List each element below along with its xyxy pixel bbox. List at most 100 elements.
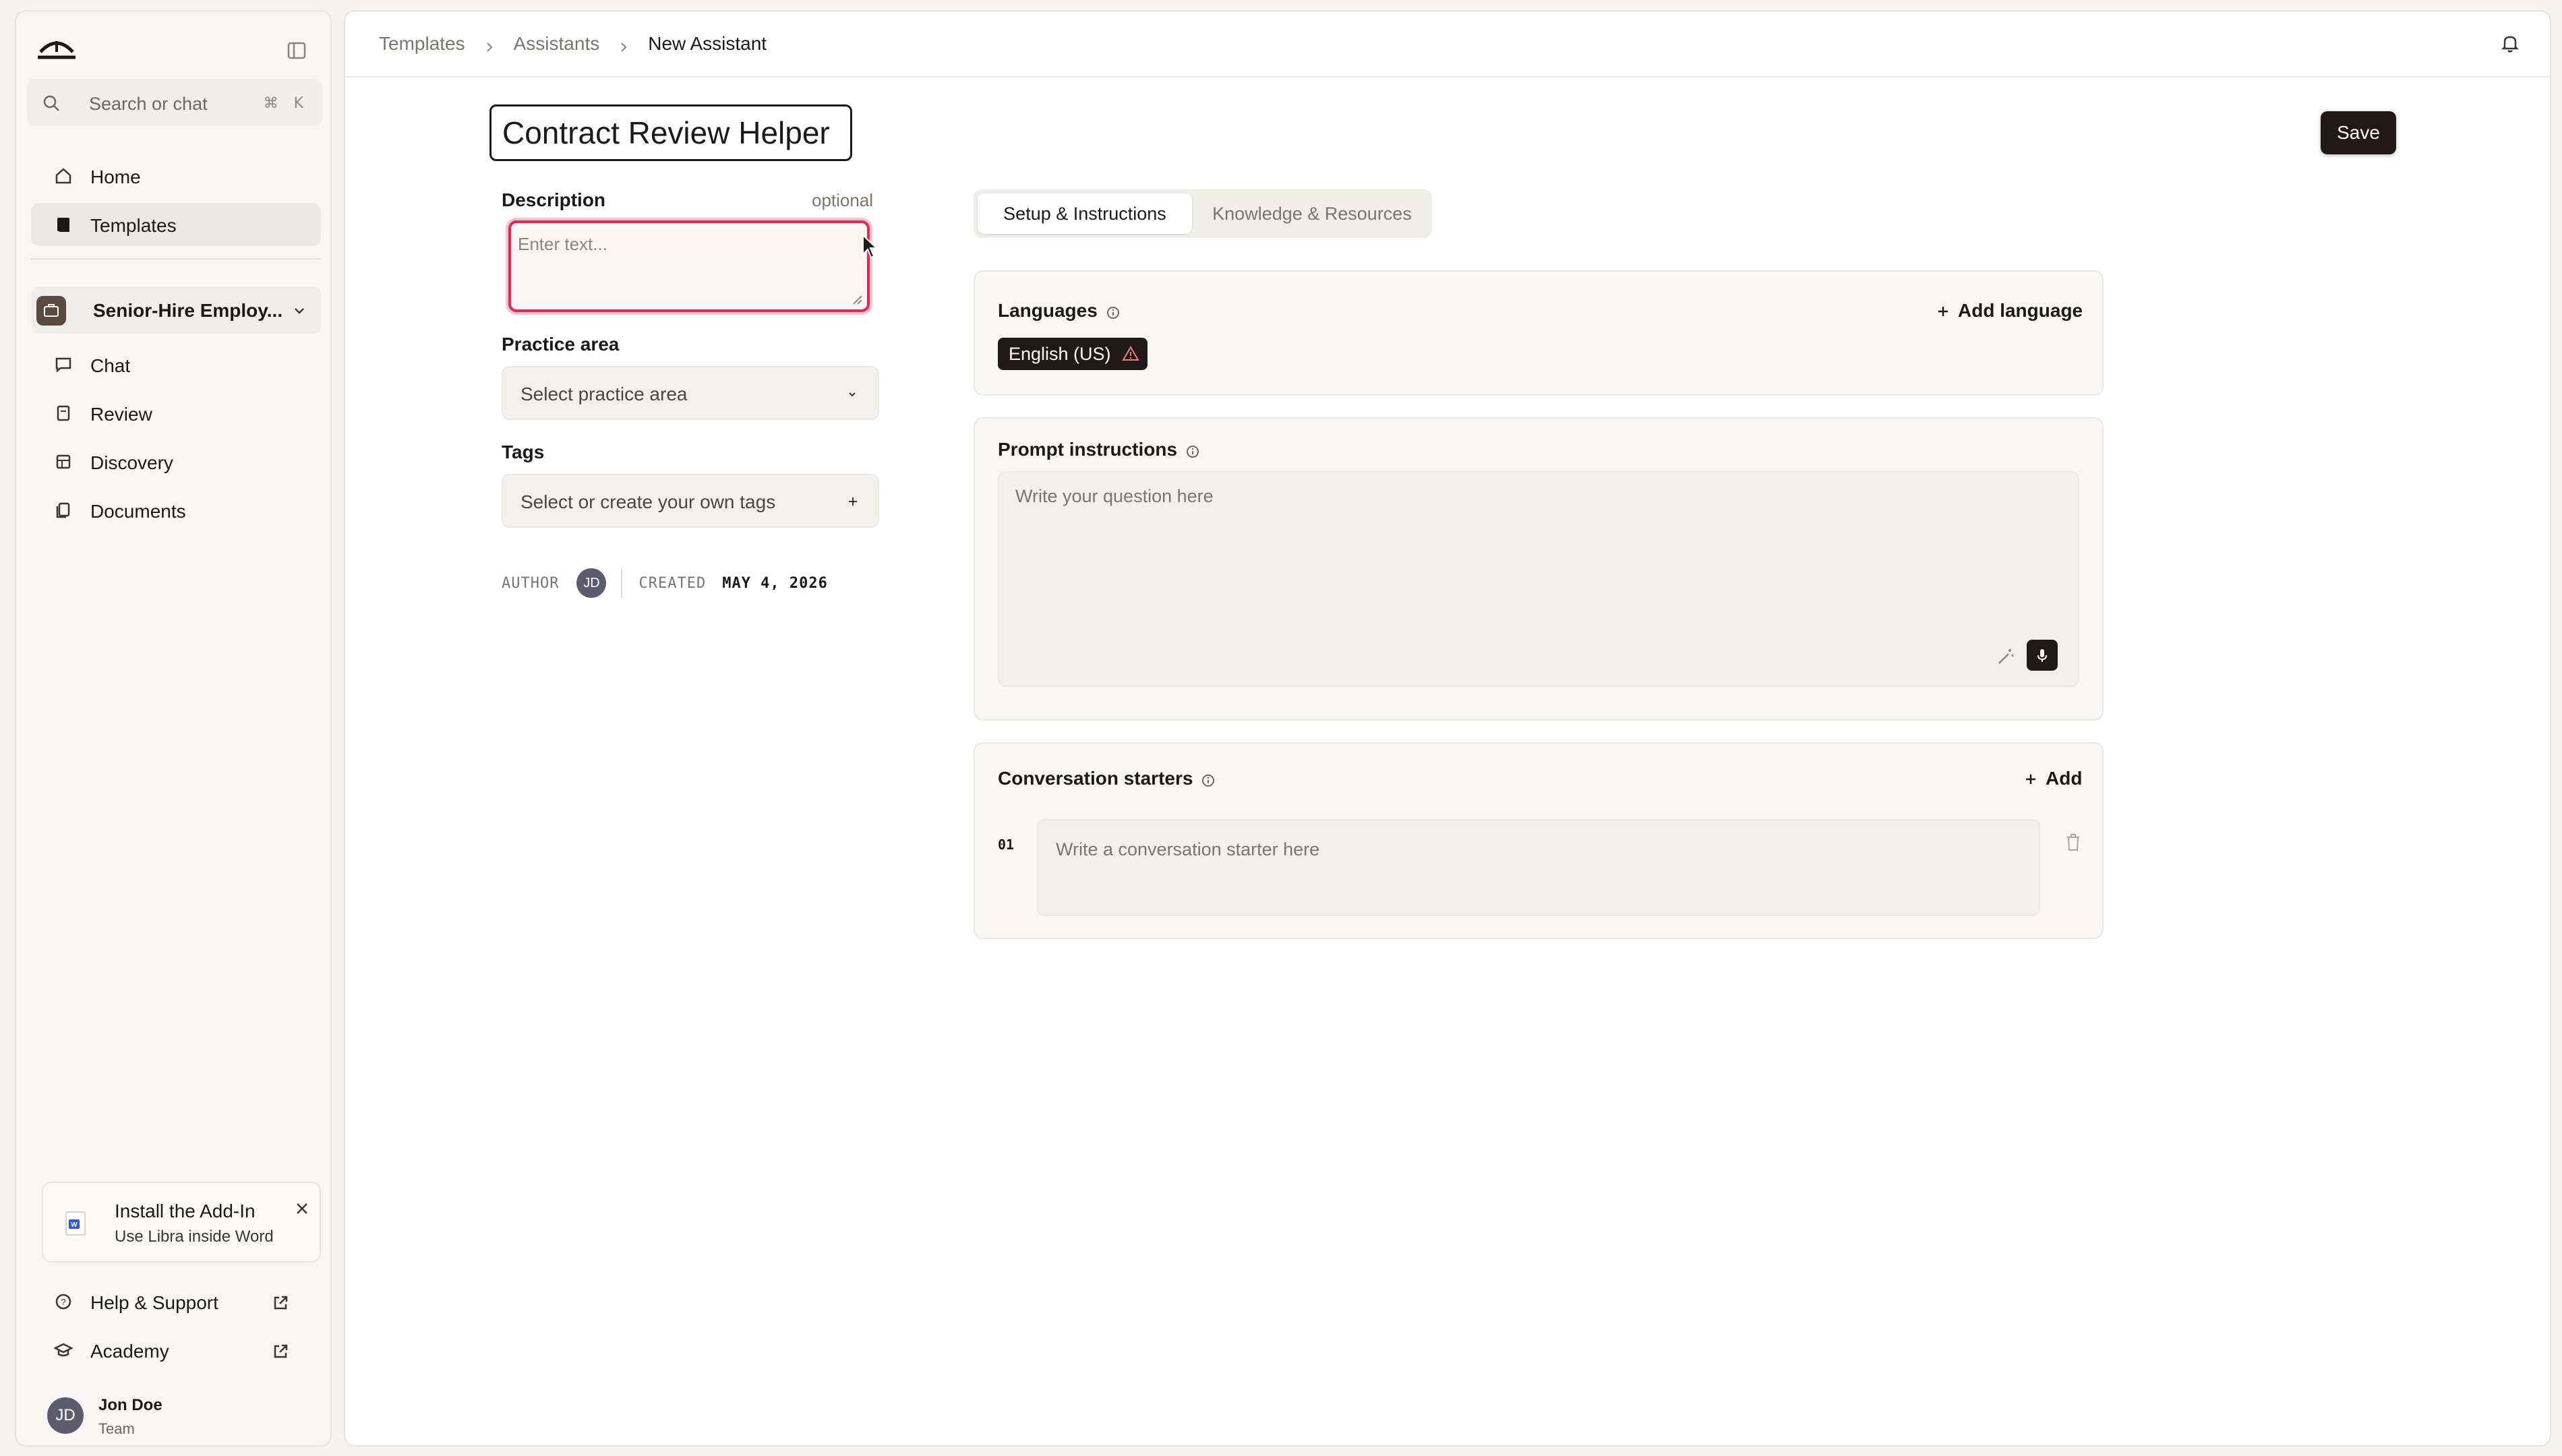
plus-icon (844, 493, 862, 510)
graduation-cap-icon (53, 1341, 73, 1360)
workspace-selector[interactable]: Senior-Hire Employ... (31, 286, 321, 334)
svg-text:W: W (71, 1221, 78, 1229)
chevron-right-icon (617, 37, 630, 52)
microphone-icon[interactable] (2027, 640, 2058, 671)
table-icon (54, 452, 73, 471)
addin-banner[interactable]: W Install the Add-In Use Libra inside Wo… (42, 1182, 321, 1263)
practice-area-label: Practice area (502, 334, 620, 355)
author-label: AUTHOR (502, 574, 560, 592)
documents-icon (54, 501, 73, 520)
review-icon (54, 404, 73, 423)
svg-text:?: ? (61, 1297, 65, 1307)
assistant-title-input[interactable]: Contract Review Helper (489, 104, 852, 161)
external-link-icon (271, 1294, 290, 1312)
breadcrumb-templates[interactable]: Templates (379, 33, 465, 55)
home-icon (54, 166, 73, 185)
trash-icon[interactable] (2063, 831, 2083, 853)
sidebar-item-help-support[interactable]: ? Help & Support (31, 1280, 321, 1323)
search-icon (42, 94, 61, 113)
starters-heading: Conversation starters (998, 768, 1216, 789)
prompt-heading: Prompt instructions (998, 439, 1200, 460)
prompt-placeholder: Write your question here (1015, 486, 1214, 506)
prompt-instructions-input[interactable]: Write your question here (998, 471, 2079, 687)
main-panel: Templates Assistants New Assistant Contr… (344, 10, 2551, 1447)
add-starter-button[interactable]: Add (2023, 768, 2082, 789)
collapse-sidebar-icon[interactable] (285, 38, 309, 63)
plus-icon (1935, 303, 1951, 319)
magic-wand-icon[interactable] (1996, 646, 2016, 667)
word-icon: W (62, 1210, 89, 1237)
resize-handle-icon[interactable] (851, 293, 863, 305)
sidebar-item-label: Help & Support (90, 1292, 218, 1313)
tags-placeholder: Select or create your own tags (520, 491, 776, 512)
breadcrumb: Templates Assistants New Assistant (379, 33, 767, 55)
chat-icon (54, 355, 73, 374)
user-name: Jon Doe (98, 1396, 162, 1414)
app-logo-icon[interactable] (36, 32, 77, 61)
description-field[interactable]: Enter text... (508, 220, 870, 312)
practice-area-select[interactable]: Select practice area (502, 366, 879, 420)
sidebar-item-label: Chat (90, 355, 131, 376)
description-optional: optional (812, 190, 874, 210)
description-placeholder: Enter text... (518, 234, 607, 254)
languages-card: Languages Add language English (US) (974, 270, 2104, 396)
mouse-cursor-icon (862, 233, 879, 261)
breadcrumb-assistants[interactable]: Assistants (514, 33, 600, 55)
created-label: CREATED (638, 574, 707, 592)
languages-heading: Languages (998, 300, 1121, 322)
external-link-icon (271, 1342, 290, 1361)
sidebar-item-label: Discovery (90, 452, 173, 473)
addin-title: Install the Add-In (115, 1201, 256, 1221)
language-chip-label: English (US) (1009, 343, 1111, 364)
book-icon (54, 215, 73, 234)
tab-setup-instructions[interactable]: Setup & Instructions (978, 193, 1192, 234)
search-placeholder: Search or chat (89, 94, 208, 114)
sidebar-item-academy[interactable]: Academy (31, 1329, 321, 1372)
add-starter-label: Add (2046, 768, 2083, 789)
practice-area-placeholder: Select practice area (520, 384, 688, 404)
author-avatar: JD (576, 568, 607, 598)
prompt-instructions-card: Prompt instructions Write your question … (974, 417, 2104, 721)
search-input[interactable]: Search or chat ⌘ K (27, 79, 322, 126)
sidebar-item-label: Review (90, 404, 152, 425)
starters-title: Conversation starters (998, 768, 1193, 789)
plus-icon (2023, 770, 2039, 787)
sidebar-item-chat[interactable]: Chat (31, 343, 321, 386)
info-icon[interactable] (1106, 303, 1121, 319)
briefcase-icon (36, 296, 66, 326)
add-language-button[interactable]: Add language (1935, 300, 2083, 322)
sidebar-divider (31, 258, 321, 260)
sidebar-item-home[interactable]: Home (31, 154, 321, 198)
top-bar: Templates Assistants New Assistant (345, 11, 2550, 78)
chevron-down-icon (845, 388, 859, 401)
tags-select[interactable]: Select or create your own tags (502, 474, 879, 528)
tags-label: Tags (502, 442, 545, 462)
sidebar-item-discovery[interactable]: Discovery (31, 440, 321, 483)
search-shortcut: ⌘ K (263, 95, 309, 112)
sidebar-item-documents[interactable]: Documents (31, 489, 321, 532)
breadcrumb-current: New Assistant (648, 33, 767, 54)
sidebar-item-label: Templates (90, 215, 177, 236)
user-profile[interactable]: JD Jon Doe Team (31, 1391, 321, 1447)
prompt-title: Prompt instructions (998, 439, 1178, 460)
tab-knowledge-resources[interactable]: Knowledge & Resources (1196, 193, 1428, 234)
tab-bar: Setup & Instructions Knowledge & Resourc… (974, 189, 1432, 238)
sidebar-item-label: Documents (90, 501, 186, 522)
close-icon[interactable] (293, 1199, 311, 1218)
avatar: JD (47, 1397, 84, 1434)
bell-icon[interactable] (2499, 32, 2522, 55)
conversation-starter-input[interactable]: Write a conversation starter here (1037, 819, 2040, 916)
description-label: Description (502, 189, 606, 210)
sidebar-item-review[interactable]: Review (31, 392, 321, 435)
created-date: MAY 4, 2026 (722, 574, 828, 592)
chevron-down-icon (291, 303, 307, 319)
info-icon[interactable] (1185, 442, 1200, 458)
starter-number: 01 (998, 837, 1015, 853)
save-button[interactable]: Save (2321, 111, 2396, 154)
info-icon[interactable] (1201, 771, 1216, 787)
language-chip[interactable]: English (US) (998, 338, 1148, 370)
sidebar-item-label: Academy (90, 1341, 169, 1362)
conversation-starters-card: Conversation starters Add 01 Write a con… (974, 742, 2104, 939)
sidebar-item-templates[interactable]: Templates (31, 203, 321, 246)
chevron-right-icon (483, 37, 496, 52)
